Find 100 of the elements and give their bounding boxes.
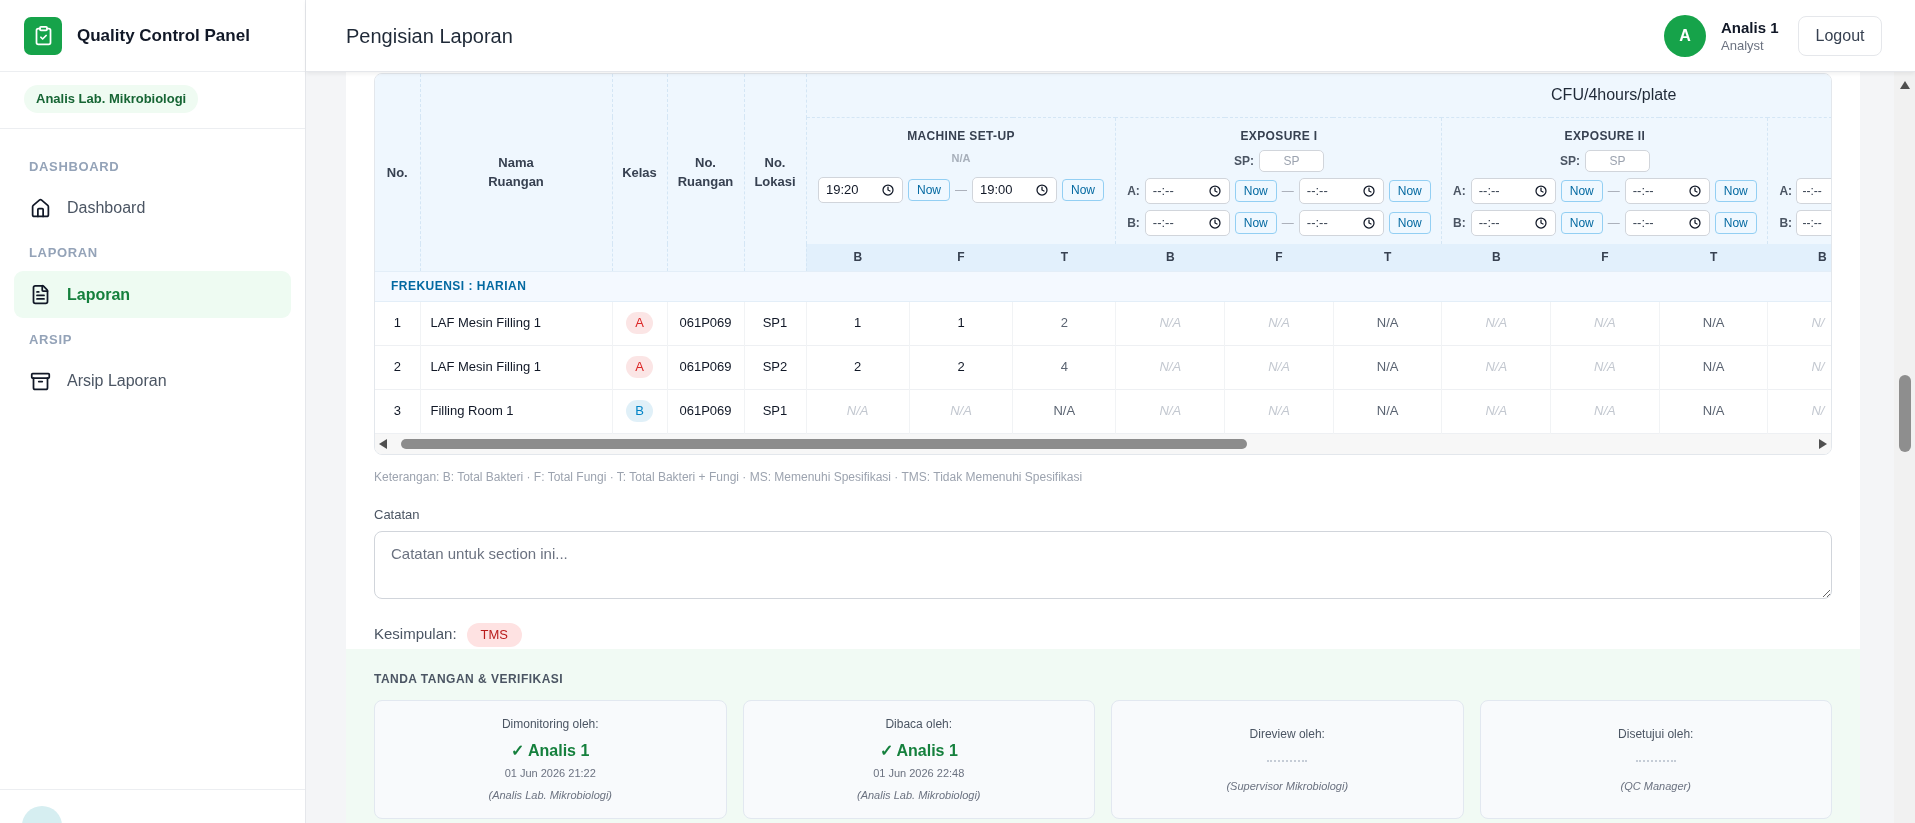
table-cell: N/A <box>1224 389 1334 433</box>
group-title: MACHINE SET-UP <box>907 127 1015 144</box>
range-dash: — <box>955 181 967 199</box>
time-label: B: <box>1127 214 1140 232</box>
nav-item[interactable]: Arsip Laporan <box>14 358 291 404</box>
role-badge: Analis Lab. Mikrobiologi <box>24 85 199 113</box>
now-button[interactable]: Now <box>1234 211 1277 234</box>
table-cell: N/A <box>1441 389 1551 433</box>
nav-item[interactable]: Laporan <box>14 271 291 318</box>
table-cell: N/A <box>1659 301 1768 345</box>
range-dash: — <box>1607 182 1620 200</box>
column-header: No. <box>386 163 408 182</box>
table-cell: SP1 <box>744 389 806 433</box>
clock-icon[interactable] <box>1688 216 1701 229</box>
signature-position: (Analis Lab. Mikrobiologi) <box>488 788 612 802</box>
notes-label: Catatan <box>374 506 421 523</box>
time-input[interactable]: --:-- <box>1298 177 1384 204</box>
signature-position: (Supervisor Mikrobiologi) <box>1226 778 1349 793</box>
now-button[interactable]: Now <box>1714 179 1757 202</box>
subcolumn-header: F <box>1550 244 1660 271</box>
range-dash: — <box>1281 214 1294 232</box>
table-cell: N/A <box>1012 389 1116 433</box>
table-cell: N/A <box>1441 345 1551 389</box>
now-button[interactable]: Now <box>1560 211 1603 234</box>
scroll-left-arrow-icon[interactable] <box>379 438 387 449</box>
table-cell: N/A <box>1550 389 1660 433</box>
clock-icon[interactable] <box>1036 183 1048 196</box>
conclusion-badge: TMS <box>466 622 522 647</box>
time-input[interactable]: --:-- <box>1624 177 1710 204</box>
time-input[interactable]: --:-- <box>1795 177 1831 204</box>
table-cell: SP1 <box>744 301 806 345</box>
table-cell: 2 <box>375 345 420 389</box>
column-header: No. Ruangan <box>677 154 734 192</box>
scrollbar-thumb[interactable] <box>1898 375 1911 452</box>
logout-button[interactable]: Logout <box>1798 15 1882 56</box>
subcolumn-header: B <box>1116 244 1225 271</box>
nav-section-heading: LAPORAN <box>28 245 99 261</box>
nav-item[interactable]: Dashboard <box>14 185 291 231</box>
table-cell: 061P069 <box>667 301 744 345</box>
scroll-right-arrow-icon[interactable] <box>1819 438 1827 449</box>
now-button[interactable]: Now <box>1560 179 1603 202</box>
class-badge: A <box>626 312 653 334</box>
group-title: EXPOSURE II <box>1564 127 1646 144</box>
sp-input[interactable]: SP <box>1584 149 1650 172</box>
clock-icon[interactable] <box>1688 184 1701 197</box>
vertical-scrollbar[interactable] <box>1894 72 1915 823</box>
user-name: Analis 1 <box>1721 17 1780 37</box>
signature-timestamp: 01 Jun 2026 21:22 <box>504 766 596 780</box>
signature-role-label: Disetujui oleh: <box>1618 725 1694 742</box>
signature-line <box>1635 759 1676 762</box>
now-button[interactable]: Now <box>908 178 950 201</box>
time-input[interactable]: --:-- <box>1795 209 1831 236</box>
page-title: Pengisian Laporan <box>346 23 513 49</box>
clock-icon[interactable] <box>1362 184 1375 197</box>
table-cell: 1 <box>909 301 1013 345</box>
scrollbar-thumb[interactable] <box>401 438 1247 449</box>
time-label: B: <box>1453 214 1466 232</box>
subcolumn-header: B <box>1441 244 1551 271</box>
table-cell: N/A <box>909 389 1013 433</box>
time-input[interactable]: --:-- <box>1144 177 1230 204</box>
user-avatar: A <box>1664 14 1706 57</box>
archive-icon <box>30 370 51 392</box>
time-input[interactable]: --:-- <box>1470 209 1556 236</box>
document-icon <box>30 284 51 305</box>
clock-icon[interactable] <box>882 183 894 196</box>
time-input[interactable]: --:-- <box>1144 209 1230 236</box>
now-button[interactable]: Now <box>1062 178 1104 201</box>
now-button[interactable]: Now <box>1714 211 1757 234</box>
signature-position: (QC Manager) <box>1620 778 1691 793</box>
now-button[interactable]: Now <box>1388 179 1431 202</box>
subcolumn-header: T <box>1333 244 1442 271</box>
user-role: Analyst <box>1721 36 1765 54</box>
time-input[interactable]: --:-- <box>1624 209 1710 236</box>
table-cell: N/A <box>1116 345 1225 389</box>
table-cell: 1 <box>806 301 910 345</box>
table-cell: N/A <box>1659 345 1768 389</box>
home-icon <box>30 197 51 219</box>
table-cell: N/ <box>1767 389 1831 433</box>
clock-icon[interactable] <box>1208 216 1221 229</box>
clock-icon[interactable] <box>1534 216 1547 229</box>
signer-name: ✓ Analis 1 <box>879 741 958 761</box>
section-heading: TANDA TANGAN & VERIFIKASI <box>374 670 565 687</box>
sp-input[interactable]: SP <box>1258 149 1324 172</box>
now-button[interactable]: Now <box>1234 179 1277 202</box>
clock-icon[interactable] <box>1208 184 1221 197</box>
time-input[interactable]: --:-- <box>1470 177 1556 204</box>
clock-icon[interactable] <box>1362 216 1375 229</box>
time-input[interactable]: 19:20 <box>818 176 903 203</box>
table-cell: N/A <box>1224 301 1334 345</box>
table-cell: LAF Mesin Filling 1 <box>420 345 612 389</box>
now-button[interactable]: Now <box>1388 211 1431 234</box>
column-header: Kelas <box>622 163 657 182</box>
time-input[interactable]: 19:00 <box>972 176 1057 203</box>
time-input[interactable]: --:-- <box>1298 209 1384 236</box>
scroll-up-arrow-icon[interactable] <box>1899 81 1910 89</box>
notes-field[interactable]: Catatan untuk section ini... <box>374 530 1832 599</box>
time-label: A: <box>1779 182 1791 200</box>
clock-icon[interactable] <box>1534 184 1547 197</box>
class-badge: A <box>626 356 653 378</box>
horizontal-scrollbar[interactable] <box>375 433 1831 454</box>
